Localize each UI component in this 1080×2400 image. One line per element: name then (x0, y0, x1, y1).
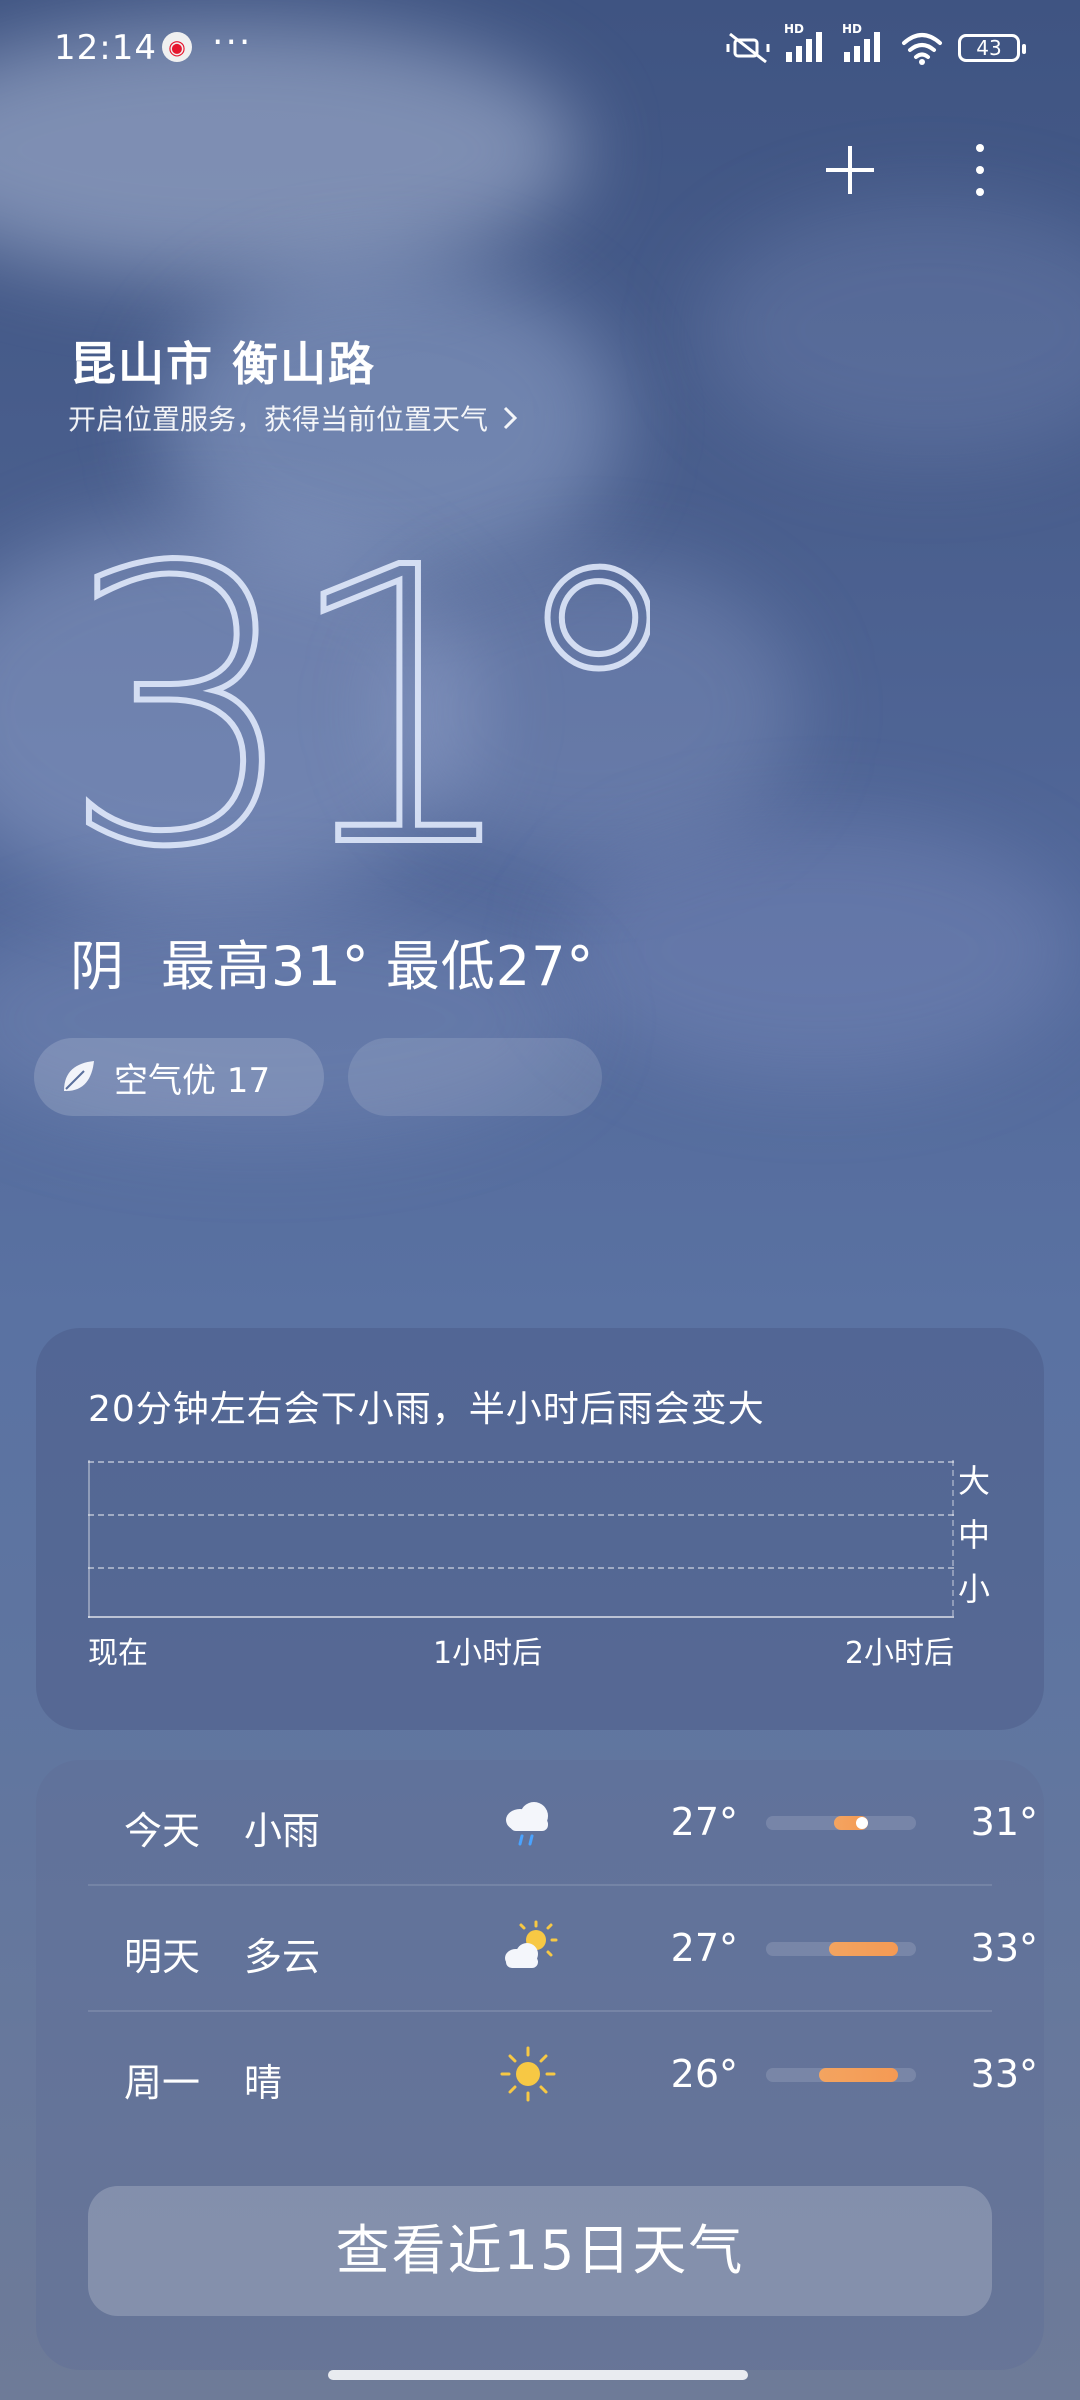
y-label-light: 小 (958, 1570, 991, 1608)
partly-cloudy-icon (505, 1920, 558, 1968)
y-label-medium: 中 (958, 1516, 991, 1554)
current-condition: 阴 (70, 935, 125, 998)
current-temp-marker (856, 1817, 868, 1829)
forecast-low: 27° (670, 1926, 738, 1970)
temp-range-fill (818, 2068, 898, 2082)
info-chip[interactable] (348, 1038, 602, 1116)
wifi-icon (902, 33, 942, 65)
temp-range-bar (766, 1942, 916, 1956)
temp-range-fill (829, 1942, 898, 1956)
precipitation-chart (88, 1460, 954, 1618)
forecast-high: 33° (970, 1926, 1038, 1970)
forecast-low: 27° (670, 1800, 738, 1844)
air-quality-label: 空气优 17 (114, 1060, 271, 1101)
weibo-notification-icon: ◉ (162, 32, 192, 62)
chevron-right-icon (503, 406, 518, 430)
status-bar: 12:14 ◉ ··· HD HD 43 (0, 0, 1080, 100)
location-service-link[interactable]: 开启位置服务，获得当前位置天气 (68, 398, 518, 438)
x-label-1h: 1小时后 (433, 1636, 543, 1671)
leaf-icon (64, 1061, 94, 1091)
forecast-row-monday[interactable]: 周一 晴 26° 33° (88, 2012, 1038, 2136)
plus-icon (826, 146, 874, 194)
location-hint-text: 开启位置服务，获得当前位置天气 (68, 403, 489, 436)
forecast-day: 明天 (124, 1935, 201, 1979)
forecast-condition: 晴 (244, 2061, 283, 2105)
forecast-condition: 多云 (244, 1935, 321, 1979)
forecast-card: 今天 小雨 27° 31° 明天 多云 27° 33° 周一 晴 26° 33°… (36, 1760, 1044, 2370)
forecast-row-today[interactable]: 今天 小雨 27° 31° (88, 1760, 1038, 1884)
air-quality-chip[interactable]: 空气优 17 (34, 1038, 324, 1116)
weather-summary: 阴 最高31° 最低27° (70, 922, 594, 1001)
x-label-2h: 2小时后 (844, 1636, 954, 1671)
signal-1-icon: HD (784, 22, 828, 68)
precipitation-card[interactable]: 20分钟左右会下小雨，半小时后雨会变大 大 中 小 现在 1小时后 2小时后 (36, 1328, 1044, 1730)
temp-low: 最低27° (385, 935, 595, 998)
current-temperature: 31° (57, 500, 650, 880)
precipitation-x-axis: 现在 1小时后 2小时后 (88, 1628, 954, 1671)
mute-vibrate-icon (726, 32, 770, 64)
status-time: 12:14 (54, 28, 157, 68)
more-vertical-icon (976, 144, 984, 196)
more-options-button[interactable] (950, 130, 1010, 210)
rain-cloud-icon (506, 1802, 548, 1846)
view-15-day-forecast-button[interactable]: 查看近15日天气 (88, 2186, 992, 2316)
add-city-button[interactable] (820, 130, 880, 210)
sun-icon (500, 2046, 556, 2102)
forecast-day: 周一 (124, 2061, 201, 2105)
precipitation-title: 20分钟左右会下小雨，半小时后雨会变大 (88, 1389, 765, 1430)
forecast-high: 31° (970, 1800, 1038, 1844)
battery-icon: 43 (958, 34, 1026, 62)
temp-range-bar (766, 1816, 916, 1830)
forecast-condition: 小雨 (244, 1809, 321, 1853)
more-notifications-icon: ··· (212, 22, 253, 63)
forecast-day: 今天 (124, 1809, 201, 1853)
temp-high: 最高31° (161, 935, 370, 998)
location-name: 昆山市 衡山路 (70, 337, 377, 391)
forecast-high: 33° (970, 2052, 1038, 2096)
forecast-row-tomorrow[interactable]: 明天 多云 27° 33° (88, 1886, 1038, 2010)
svg-text:31°: 31° (60, 500, 650, 880)
x-label-now: 现在 (88, 1636, 148, 1671)
y-label-heavy: 大 (958, 1462, 991, 1500)
forecast-low: 26° (670, 2052, 738, 2096)
status-icons: HD HD 43 (726, 22, 1026, 68)
signal-2-icon: HD (842, 22, 886, 68)
home-indicator[interactable] (328, 2370, 748, 2380)
temp-range-bar (766, 2068, 916, 2082)
